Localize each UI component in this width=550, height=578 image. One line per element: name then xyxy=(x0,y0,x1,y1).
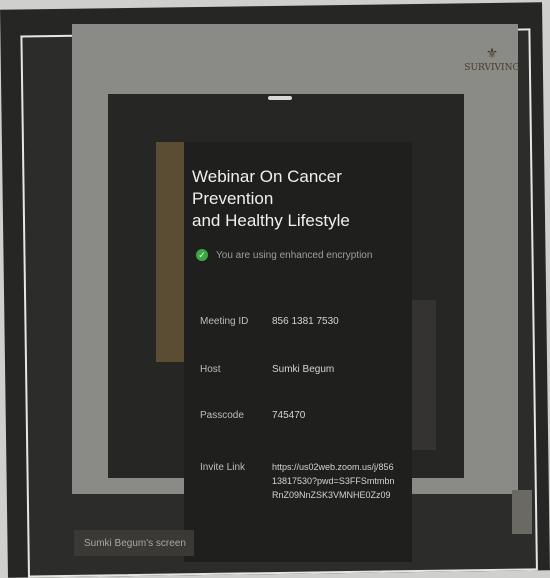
invite-link-label: Invite Link xyxy=(200,462,246,473)
encryption-status: ✓ You are using enhanced encryption xyxy=(196,246,406,264)
meeting-title-line1: Webinar On Cancer Prevention xyxy=(192,167,342,208)
meeting-title-line2: and Healthy Lifestyle xyxy=(192,211,350,230)
drag-handle[interactable] xyxy=(268,96,292,100)
invite-link[interactable]: https://us02web.zoom.us/j/85613817530?pw… xyxy=(272,460,398,502)
organization-logo-icon: ⚜ SURVIVING xyxy=(464,46,520,73)
host-value: Sumki Begum xyxy=(272,364,335,375)
passcode-label: Passcode xyxy=(200,410,244,421)
encryption-text: You are using enhanced encryption xyxy=(216,249,373,261)
meeting-title: Webinar On Cancer Prevention and Healthy… xyxy=(192,166,407,232)
meeting-id-value: 856 1381 7530 xyxy=(272,316,339,327)
passcode-value: 745470 xyxy=(272,410,306,421)
side-accent-bar xyxy=(156,142,184,362)
screen-share-label: Sumki Begum's screen xyxy=(84,538,186,549)
logo-text: SURVIVING xyxy=(464,62,520,73)
video-thumbnail[interactable] xyxy=(512,490,532,534)
meeting-id-label: Meeting ID xyxy=(200,316,249,327)
shield-check-icon: ✓ xyxy=(196,249,208,261)
host-label: Host xyxy=(200,364,221,375)
